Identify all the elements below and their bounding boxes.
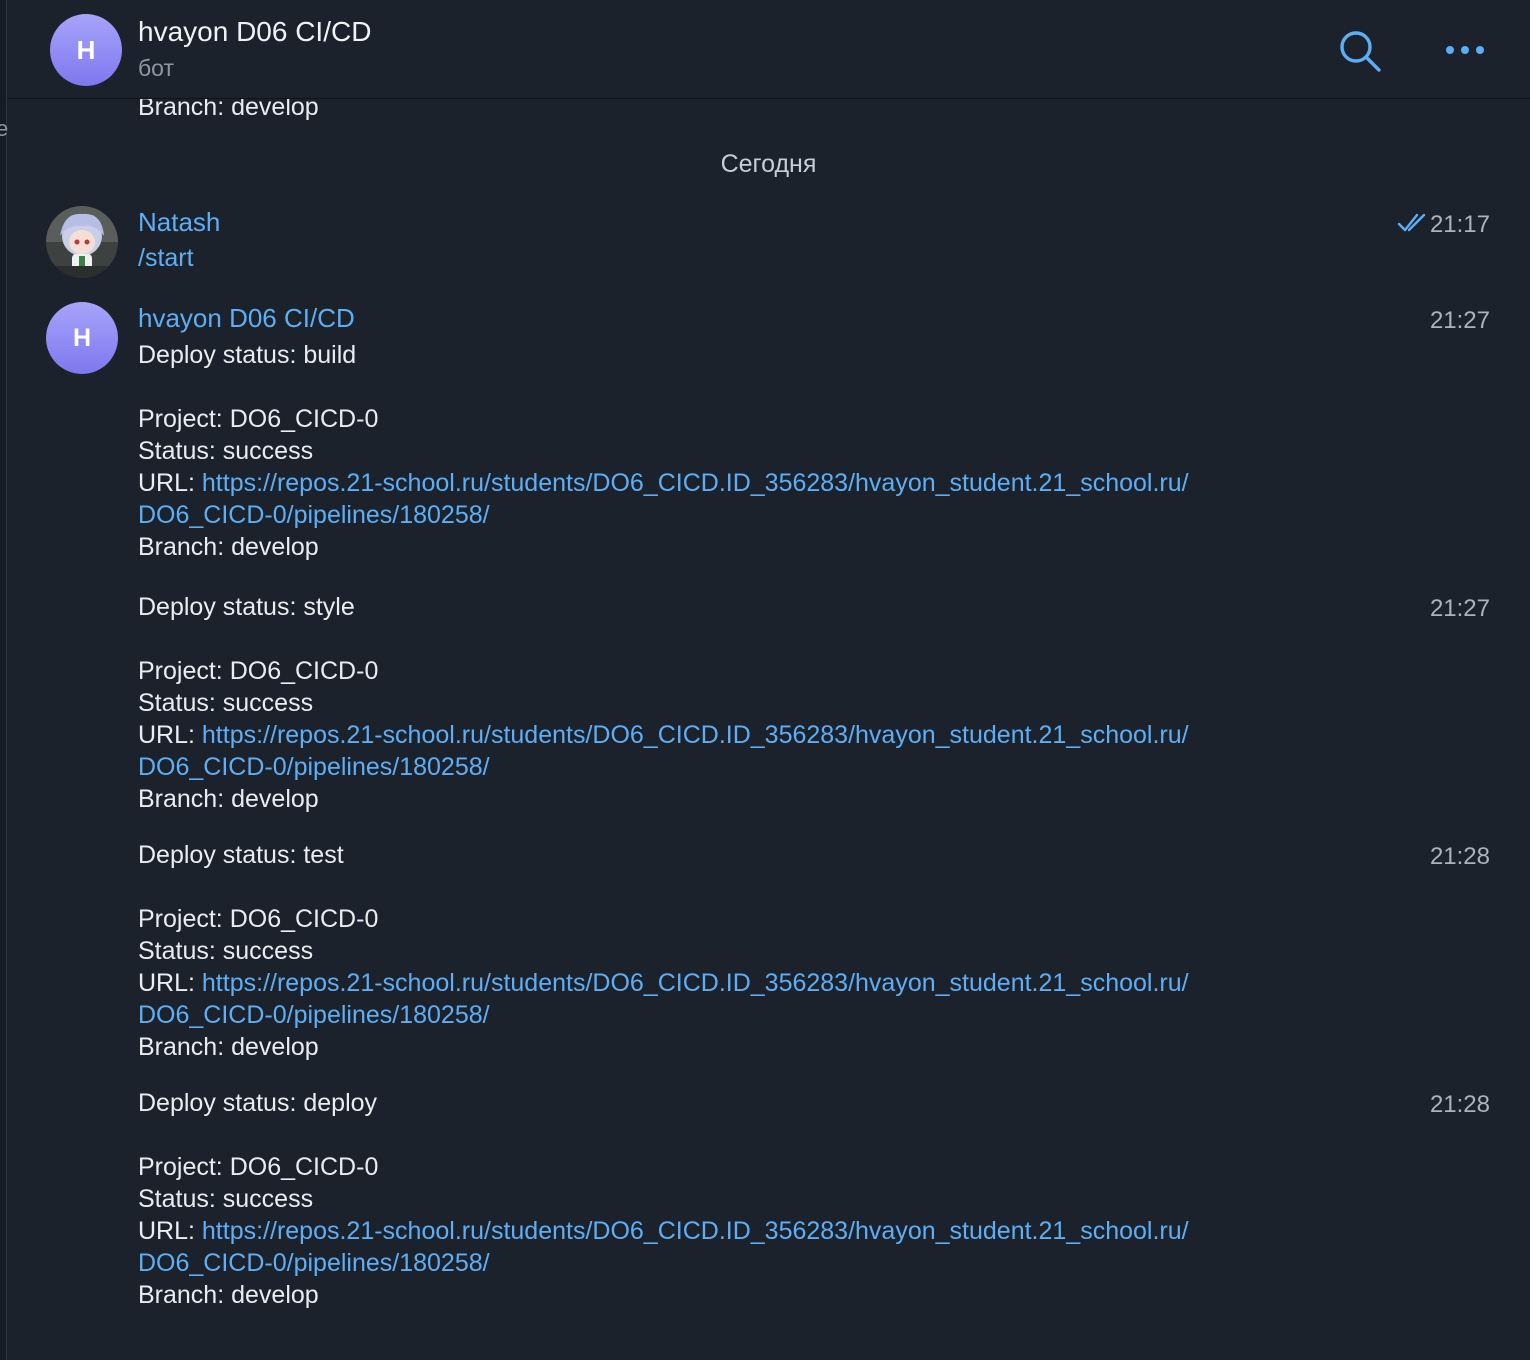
message-time: 21:28 <box>1429 843 1490 870</box>
project-line: Project: DO6_CICD-0 <box>138 905 379 933</box>
url-label: URL: <box>138 1217 202 1245</box>
user-avatar[interactable] <box>46 206 118 278</box>
bot-message[interactable]: Deploy status: test Project: DO6_CICD-0 … <box>138 839 1318 1063</box>
pipeline-link-continued[interactable]: DO6_CICD-0/pipelines/180258/ <box>138 1249 490 1277</box>
branch-line: Branch: develop <box>138 785 319 813</box>
chat-subtitle: бот <box>138 55 174 81</box>
branch-line: Branch: develop <box>138 1033 319 1061</box>
deploy-status-line: Deploy status: style <box>138 593 355 621</box>
url-label: URL: <box>138 969 202 997</box>
more-icon[interactable] <box>1443 30 1487 70</box>
pipeline-link[interactable]: https://repos.21-school.ru/students/DO6_… <box>202 1217 1189 1245</box>
pipeline-link-continued[interactable]: DO6_CICD-0/pipelines/180258/ <box>138 1001 490 1029</box>
project-line: Project: DO6_CICD-0 <box>138 405 379 433</box>
user-message-sender[interactable]: Natash <box>138 206 220 238</box>
deploy-status-line: Deploy status: build <box>138 341 357 369</box>
message-time: 21:27 <box>1429 307 1490 334</box>
branch-line: Branch: develop <box>138 533 319 561</box>
pipeline-link[interactable]: https://repos.21-school.ru/students/DO6_… <box>202 969 1189 997</box>
result-line: Status: success <box>138 1185 314 1213</box>
url-label: URL: <box>138 469 202 497</box>
message-area[interactable]: Branch: develop Сегодня Natash /start 21… <box>7 0 1530 1360</box>
chat-title[interactable]: hvayon D06 CI/CD <box>138 16 371 48</box>
deploy-status-line: Deploy status: deploy <box>138 1089 378 1117</box>
bot-avatar[interactable]: H <box>46 302 118 374</box>
pipeline-link-continued[interactable]: DO6_CICD-0/pipelines/180258/ <box>138 753 490 781</box>
project-line: Project: DO6_CICD-0 <box>138 657 379 685</box>
user-message-time: 21:17 <box>1429 211 1490 238</box>
chat-header: H hvayon D06 CI/CD бот <box>7 0 1530 99</box>
result-line: Status: success <box>138 689 314 717</box>
branch-line: Branch: develop <box>138 1281 319 1309</box>
search-icon[interactable] <box>1337 28 1383 74</box>
bot-message[interactable]: Deploy status: style Project: DO6_CICD-0… <box>138 591 1318 815</box>
message-time: 21:27 <box>1429 595 1490 622</box>
deploy-status-line: Deploy status: test <box>138 841 344 869</box>
pipeline-link[interactable]: https://repos.21-school.ru/students/DO6_… <box>202 469 1189 497</box>
date-separator: Сегодня <box>720 150 817 178</box>
result-line: Status: success <box>138 437 314 465</box>
bot-message-sender[interactable]: hvayon D06 CI/CD <box>138 302 355 334</box>
bot-message[interactable]: Deploy status: build Project: DO6_CICD-0… <box>138 339 1318 563</box>
user-message-command[interactable]: /start <box>138 242 194 274</box>
result-line: Status: success <box>138 937 314 965</box>
chat-list-edge: e <box>0 0 8 1360</box>
double-check-icon <box>1397 213 1426 232</box>
bot-message[interactable]: Deploy status: deploy Project: DO6_CICD-… <box>138 1087 1318 1311</box>
url-label: URL: <box>138 721 202 749</box>
pipeline-link[interactable]: https://repos.21-school.ru/students/DO6_… <box>202 721 1189 749</box>
pipeline-link-continued[interactable]: DO6_CICD-0/pipelines/180258/ <box>138 501 490 529</box>
chat-avatar[interactable]: H <box>50 14 122 86</box>
user-avatar-image <box>46 206 118 278</box>
message-time: 21:28 <box>1429 1091 1490 1118</box>
project-line: Project: DO6_CICD-0 <box>138 1153 379 1181</box>
